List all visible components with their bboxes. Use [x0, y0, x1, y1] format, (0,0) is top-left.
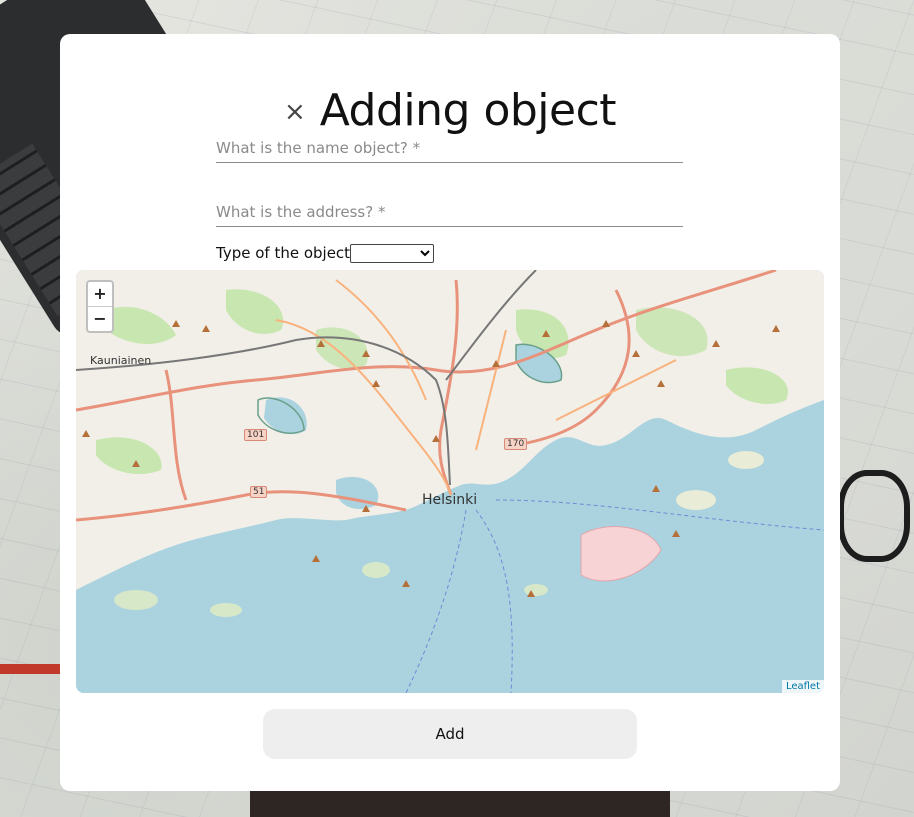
name-input[interactable]: [216, 136, 683, 160]
zoom-control: + −: [86, 280, 114, 333]
close-icon[interactable]: ×: [284, 99, 306, 125]
background-red-stripe: [0, 664, 60, 674]
type-row: Type of the object: [216, 242, 435, 264]
modal-title: Adding object: [319, 84, 617, 136]
road-shield-51: 51: [250, 486, 268, 498]
road-shield-170: 170: [504, 438, 528, 450]
map-tiles[interactable]: [76, 270, 824, 693]
name-field: [216, 136, 683, 163]
type-select[interactable]: [350, 243, 435, 263]
address-field: [216, 200, 683, 227]
map-label-kauniainen: Kauniainen: [90, 354, 152, 367]
map-attribution-link[interactable]: Leaflet: [781, 680, 824, 693]
modal-header: × Adding object: [60, 80, 840, 140]
background-dark-object: [250, 790, 670, 817]
type-label: Type of the object: [216, 244, 351, 262]
road-shield-101: 101: [244, 429, 268, 441]
map-view[interactable]: Helsinki Kauniainen 101 170 51 + − Leafl…: [76, 270, 824, 693]
zoom-out-button[interactable]: −: [88, 306, 112, 331]
adding-object-modal: × Adding object Type of the object: [60, 34, 840, 791]
zoom-in-button[interactable]: +: [88, 282, 112, 306]
background-glasses: [838, 470, 910, 562]
address-input[interactable]: [216, 200, 683, 224]
map-label-helsinki: Helsinki: [422, 492, 478, 508]
add-button[interactable]: Add: [263, 709, 637, 759]
